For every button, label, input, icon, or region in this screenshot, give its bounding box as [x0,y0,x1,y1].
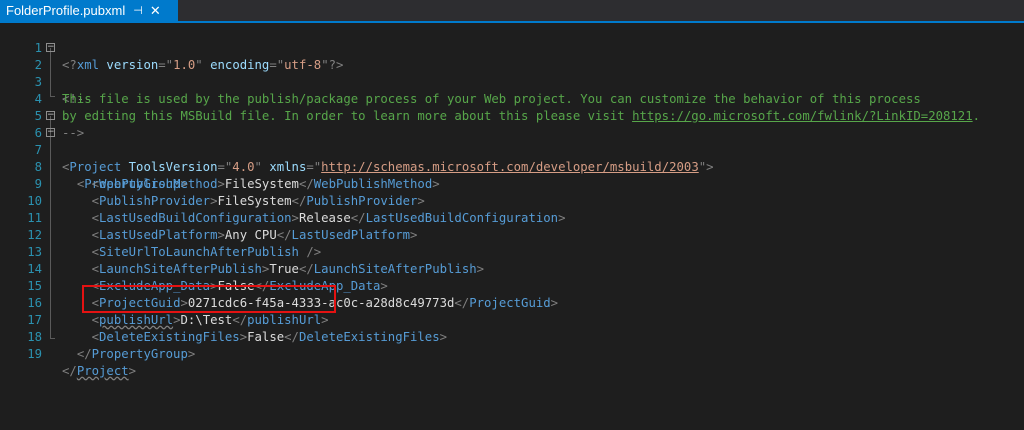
code-line: 10 <LastUsedBuildConfiguration>Release</… [0,176,1024,225]
close-icon[interactable]: ✕ [150,3,161,19]
code-line: 2 − <!-- [0,40,1024,107]
code-line: 4 by editing this MSBuild file. In order… [0,74,1024,123]
fold-collapse-icon[interactable]: − [46,128,55,137]
tab-folderprofile[interactable]: FolderProfile.pubxml ⊣ ✕ [0,0,178,21]
code-line: 3 This file is used by the publish/packa… [0,57,1024,106]
code-line: 5 --> [0,91,1024,140]
code-line: 7 − <PropertyGroup> [0,125,1024,192]
code-line: 8 <WebPublishMethod>FileSystem</WebPubli… [0,142,1024,191]
code-editor[interactable]: 1 <?xml version="1.0" encoding="utf-8"?>… [0,23,1024,430]
line-content: </Project> [62,364,137,378]
code-line: 14 <ExcludeApp_Data>False</ExcludeApp_Da… [0,244,1024,293]
highlight-box [82,285,336,313]
code-line: 15 <ProjectGuid>0271cdc6-f45a-4333-ac0c-… [0,261,1024,310]
tab-title: FolderProfile.pubxml [6,3,126,18]
code-line: 13 <LaunchSiteAfterPublish>True</LaunchS… [0,227,1024,276]
code-line: 6 − <Project ToolsVersion="4.0" xmlns="h… [0,108,1024,175]
code-line: 12 <SiteUrlToLaunchAfterPublish /> [0,210,1024,259]
code-line: 18 </PropertyGroup> [0,312,1024,361]
document-tab-bar: FolderProfile.pubxml ⊣ ✕ [0,0,1024,21]
code-line: 9 <PublishProvider>FileSystem</PublishPr… [0,159,1024,208]
code-line: 11 <LastUsedPlatform>Any CPU</LastUsedPl… [0,193,1024,242]
line-content: </PropertyGroup> [76,347,196,361]
line-number: 19 [27,347,42,361]
code-line: 19 </Project> [0,329,1024,378]
code-line: 1 <?xml version="1.0" encoding="utf-8"?> [0,23,1024,72]
fold-collapse-icon[interactable]: − [46,43,55,52]
fold-collapse-icon[interactable]: − [46,111,55,120]
pin-icon[interactable]: ⊣ [133,4,143,17]
